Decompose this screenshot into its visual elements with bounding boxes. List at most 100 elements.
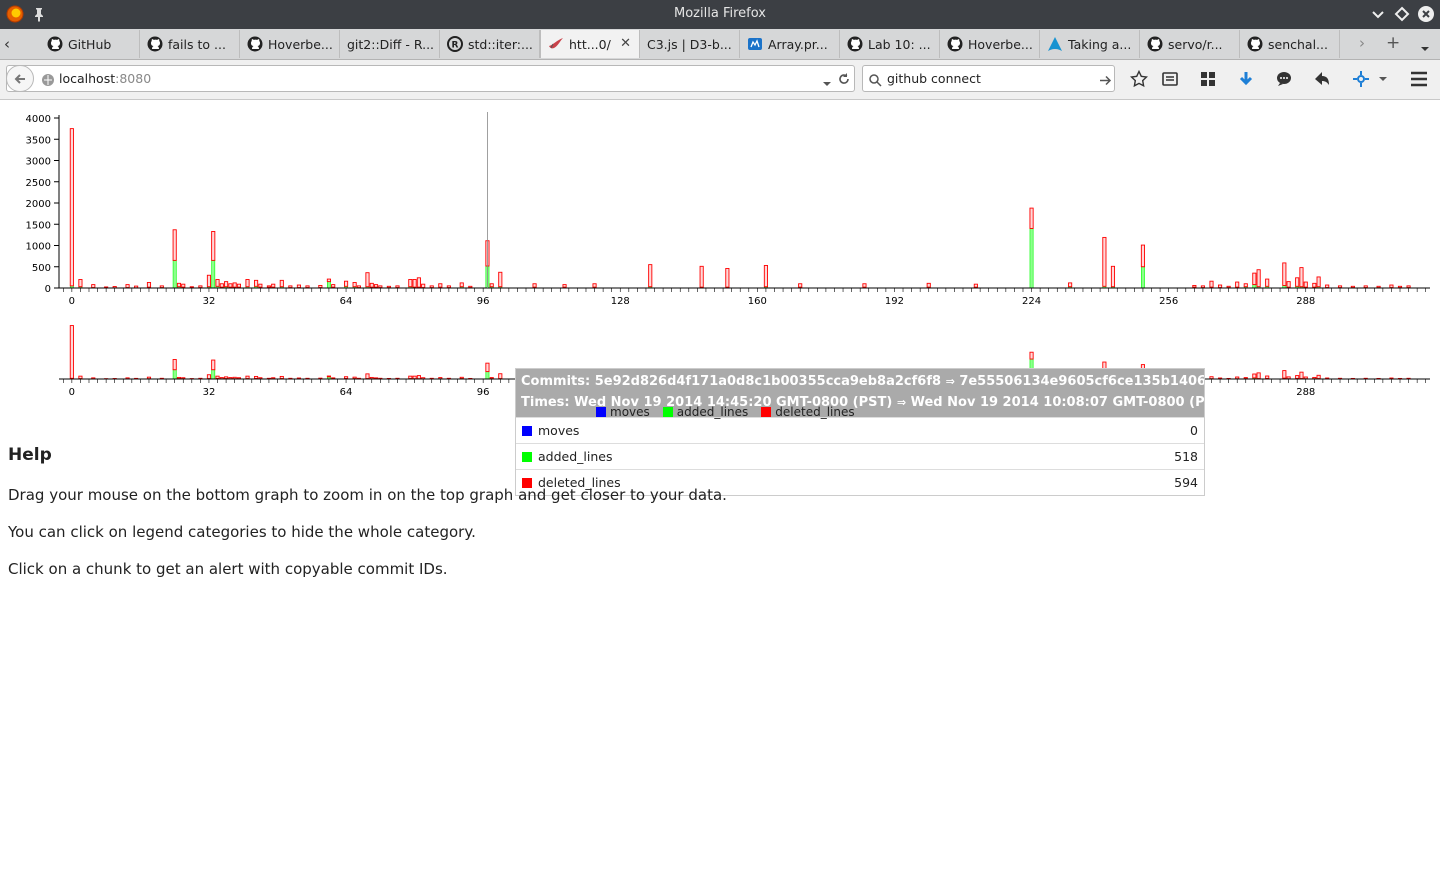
main-deleted-bar[interactable] (228, 283, 233, 288)
extension-dropdown-icon[interactable] (1376, 69, 1390, 89)
main-deleted-bar[interactable] (725, 267, 730, 288)
context-deleted-bar[interactable] (416, 375, 421, 380)
main-deleted-bar[interactable] (1102, 236, 1107, 287)
main-deleted-bar[interactable] (1200, 285, 1205, 289)
list-all-tabs-icon[interactable] (1420, 38, 1430, 57)
maximize-icon[interactable] (1393, 5, 1411, 23)
main-deleted-bar[interactable] (279, 279, 284, 288)
context-deleted-bar[interactable] (365, 373, 370, 380)
main-added-bar[interactable] (1029, 228, 1034, 289)
tab-groups-icon[interactable] (1197, 69, 1219, 89)
close-tab-icon[interactable]: ✕ (620, 36, 631, 51)
tab-11[interactable]: Taking a... (1040, 30, 1140, 58)
main-deleted-bar[interactable] (146, 282, 152, 288)
context-deleted-bar[interactable] (1243, 377, 1248, 380)
main-deleted-bar[interactable] (1068, 282, 1073, 288)
main-deleted-bar[interactable] (215, 279, 220, 287)
main-deleted-bar[interactable] (1286, 281, 1291, 288)
main-deleted-bar[interactable] (305, 285, 310, 289)
main-deleted-bar[interactable] (172, 229, 177, 261)
tab-6[interactable]: htt...0/ ✕ (540, 30, 640, 58)
main-deleted-bar[interactable] (378, 285, 383, 289)
main-deleted-bar[interactable] (1325, 284, 1330, 289)
main-deleted-bar[interactable] (258, 283, 263, 288)
main-deleted-bar[interactable] (181, 283, 186, 288)
context-added-bar[interactable] (172, 369, 177, 380)
context-deleted-bar[interactable] (1029, 351, 1034, 360)
main-deleted-bar[interactable] (1243, 283, 1248, 288)
main-deleted-bar[interactable] (459, 282, 464, 288)
main-deleted-bar[interactable] (386, 285, 391, 289)
context-deleted-bar[interactable] (1256, 372, 1261, 380)
bookmark-star-icon[interactable] (1128, 69, 1150, 89)
downloads-icon[interactable] (1235, 69, 1257, 89)
main-deleted-bar[interactable] (763, 265, 768, 288)
context-deleted-bar[interactable] (352, 376, 357, 380)
scroll-tabs-right-icon[interactable]: › (1359, 34, 1365, 52)
main-deleted-bar[interactable] (232, 282, 237, 288)
main-deleted-bar[interactable] (1226, 285, 1231, 289)
context-deleted-bar[interactable] (1235, 376, 1240, 380)
main-deleted-bar[interactable] (1376, 285, 1381, 289)
main-deleted-bar[interactable] (176, 282, 182, 288)
tab-3[interactable]: Hoverbe... (240, 30, 340, 58)
url-bar[interactable]: localhost:8080 (6, 65, 855, 92)
main-added-bar[interactable] (1252, 284, 1257, 289)
main-deleted-bar[interactable] (648, 264, 653, 288)
context-deleted-bar[interactable] (408, 375, 413, 380)
tab-12[interactable]: servo/r... (1140, 30, 1240, 58)
main-deleted-bar[interactable] (1295, 277, 1300, 287)
main-deleted-bar[interactable] (1389, 284, 1394, 289)
legend-item-added-lines[interactable]: added_lines (662, 405, 748, 419)
main-deleted-bar[interactable] (1209, 280, 1214, 288)
context-deleted-bar[interactable] (1316, 374, 1321, 380)
menu-icon[interactable] (1408, 69, 1430, 89)
context-deleted-bar[interactable] (206, 374, 212, 380)
main-deleted-bar[interactable] (318, 284, 323, 289)
context-deleted-bar[interactable] (245, 375, 250, 380)
context-deleted-bar[interactable] (146, 376, 152, 380)
context-deleted-bar[interactable] (211, 359, 216, 371)
context-deleted-bar[interactable] (1299, 371, 1304, 380)
share-icon[interactable] (1311, 69, 1333, 89)
main-deleted-bar[interactable] (489, 283, 494, 288)
main-deleted-bar[interactable] (1350, 285, 1355, 289)
context-deleted-bar[interactable] (412, 375, 417, 380)
main-deleted-bar[interactable] (1406, 285, 1411, 289)
tab-9[interactable]: Lab 10: ... (840, 30, 940, 58)
reload-icon[interactable] (837, 71, 851, 90)
main-deleted-bar[interactable] (1265, 278, 1270, 287)
main-deleted-bar[interactable] (1316, 276, 1321, 288)
main-deleted-bar[interactable] (78, 279, 83, 288)
context-deleted-bar[interactable] (279, 375, 284, 380)
tab-2[interactable]: fails to ... (140, 30, 240, 58)
scroll-tabs-left-icon[interactable]: ‹ (4, 35, 10, 53)
tab-13[interactable]: senchal... (1240, 30, 1340, 58)
main-deleted-bar[interactable] (365, 272, 370, 288)
context-deleted-bar[interactable] (176, 376, 182, 380)
main-deleted-bar[interactable] (296, 284, 301, 289)
tab-7[interactable]: C3.js | D3-b... (640, 30, 740, 58)
main-deleted-bar[interactable] (1312, 282, 1317, 288)
main-deleted-bar[interactable] (254, 279, 259, 287)
main-added-bar[interactable] (1141, 266, 1145, 289)
main-deleted-bar[interactable] (592, 283, 597, 288)
main-deleted-bar[interactable] (373, 284, 379, 288)
main-deleted-bar[interactable] (1363, 285, 1368, 289)
reading-list-icon[interactable] (1159, 69, 1181, 89)
main-deleted-bar[interactable] (219, 283, 224, 288)
new-tab-icon[interactable]: + (1386, 33, 1400, 53)
extension-icon[interactable] (1350, 69, 1372, 89)
legend-item-moves[interactable]: moves (596, 405, 650, 419)
legend-item-deleted-lines[interactable]: deleted_lines (761, 405, 855, 419)
context-deleted-bar[interactable] (172, 359, 177, 371)
main-deleted-bar[interactable] (356, 285, 361, 289)
main-deleted-bar[interactable] (69, 128, 74, 287)
main-deleted-bar[interactable] (343, 280, 349, 287)
url-text[interactable]: localhost:8080 (59, 71, 151, 86)
context-deleted-bar[interactable] (498, 373, 503, 380)
search-bar[interactable]: github connect (862, 65, 1115, 92)
main-deleted-bar[interactable] (198, 285, 203, 289)
search-input[interactable]: github connect (887, 71, 981, 86)
main-deleted-bar[interactable] (159, 285, 164, 289)
